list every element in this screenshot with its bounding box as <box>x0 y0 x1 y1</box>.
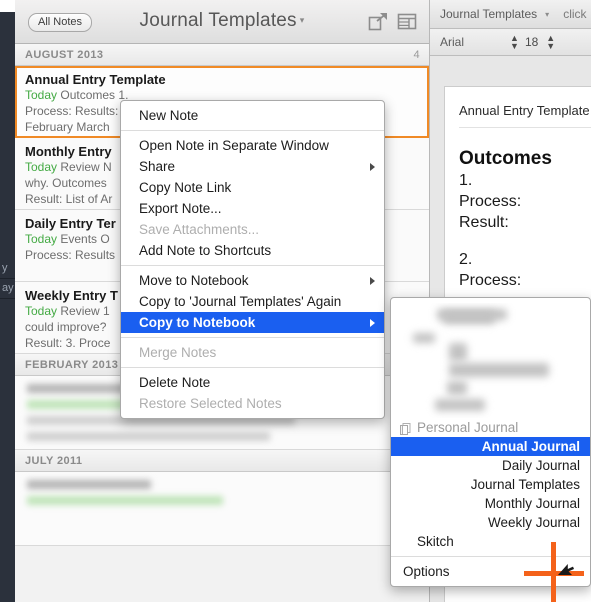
submenu-item-label: Personal Journal <box>417 420 519 435</box>
blurred-text <box>27 432 270 441</box>
notebook-sidebar-strip[interactable]: y ay <box>0 12 15 602</box>
copy-to-notebook-submenu: Personal Journal Annual Journal Daily Jo… <box>390 297 591 587</box>
menu-item-label: Share <box>139 159 176 174</box>
menu-item-delete-note[interactable]: Delete Note <box>121 372 384 393</box>
editor-notebook-bar: Journal Templates ▾ click <box>430 0 591 29</box>
sidebar-row[interactable]: ay <box>0 282 15 295</box>
month-header: JULY 2011 <box>15 450 429 472</box>
note-body-line: 1. <box>459 172 473 189</box>
note-date: Today <box>25 232 58 246</box>
blurred-text <box>447 381 467 395</box>
menu-item-export-note[interactable]: Export Note... <box>121 198 384 219</box>
page-title-text: Journal Templates <box>139 10 297 31</box>
note-preview-text: Review 1 <box>60 304 110 318</box>
share-icon[interactable] <box>368 12 388 31</box>
font-size-select[interactable]: 18 <box>525 35 538 49</box>
note-date: Today <box>25 304 58 318</box>
menu-item-copy-to-journal-templates-again[interactable]: Copy to 'Journal Templates' Again <box>121 291 384 312</box>
menu-separator <box>121 367 384 368</box>
note-preview-text: Outcomes 1. <box>60 88 129 102</box>
submenu-separator <box>391 556 590 557</box>
menu-item-copy-note-link[interactable]: Copy Note Link <box>121 177 384 198</box>
submenu-item-daily-journal[interactable]: Daily Journal <box>391 456 590 475</box>
blurred-text <box>27 384 135 393</box>
menu-separator <box>121 265 384 266</box>
blurred-text <box>443 311 495 324</box>
note-list-toolbar: All Notes Journal Templates ▾ <box>15 0 429 44</box>
month-label: JULY 2011 <box>25 454 83 467</box>
toolbar-icons <box>368 12 417 31</box>
note-body-line: Result: <box>459 214 509 231</box>
menu-item-new-note[interactable]: New Note <box>121 105 384 126</box>
note-date: Today <box>25 160 58 174</box>
submenu-item-weekly-journal[interactable]: Weekly Journal <box>391 513 590 532</box>
menu-item-move-to-notebook[interactable]: Move to Notebook <box>121 270 384 291</box>
mouse-pointer-icon <box>558 560 574 583</box>
page-title[interactable]: Journal Templates ▾ <box>15 10 429 32</box>
submenu-blurred-recent-area <box>391 303 590 418</box>
font-family-stepper-icon[interactable]: ▲ ▼ <box>510 34 519 51</box>
menu-item-add-note-to-shortcuts[interactable]: Add Note to Shortcuts <box>121 240 384 261</box>
editor-notebook-label[interactable]: Journal Templates <box>440 7 537 21</box>
note-preview-text: Review N <box>60 160 112 174</box>
month-count: 4 <box>413 48 420 61</box>
sidebar-divider <box>0 298 15 299</box>
menu-item-share[interactable]: Share <box>121 156 384 177</box>
editor-format-bar: Arial ▲ ▼ 18 ▲ ▼ <box>430 29 591 56</box>
submenu-item-recent-notebook[interactable]: Personal Journal <box>391 418 590 437</box>
note-body-line: 2. <box>459 251 473 268</box>
view-layout-icon[interactable] <box>397 12 417 31</box>
month-label: FEBRUARY 2013 <box>25 358 119 371</box>
notebook-stack-icon <box>400 421 411 435</box>
blurred-text <box>27 496 223 505</box>
menu-separator <box>121 130 384 131</box>
menu-separator <box>121 337 384 338</box>
chevron-right-icon <box>370 162 375 171</box>
submenu-item-skitch[interactable]: Skitch <box>391 532 590 551</box>
menu-item-label: Copy to Notebook <box>139 315 256 330</box>
sidebar-divider <box>0 278 15 279</box>
click-hint-text: click <box>563 7 587 21</box>
note-body-spacer <box>459 233 591 249</box>
note-preview-text: Events O <box>60 232 110 246</box>
chevron-right-icon <box>370 318 375 327</box>
chevron-down-icon[interactable]: ▾ <box>300 15 305 25</box>
app-window: y ay All Notes Journal Templates ▾ AUGUST… <box>0 0 591 602</box>
chevron-down-icon[interactable]: ▾ <box>545 10 549 19</box>
note-heading: Outcomes <box>459 148 552 169</box>
menu-item-copy-to-notebook[interactable]: Copy to Notebook <box>121 312 384 333</box>
blurred-text <box>435 399 485 411</box>
month-header: AUGUST 2013 4 <box>15 44 429 66</box>
menu-item-merge-notes: Merge Notes <box>139 345 217 360</box>
submenu-item-monthly-journal[interactable]: Monthly Journal <box>391 494 590 513</box>
menu-item-label: Move to Notebook <box>139 273 249 288</box>
font-family-select[interactable]: Arial <box>440 35 464 49</box>
blurred-text <box>449 363 549 377</box>
submenu-item-journal-templates[interactable]: Journal Templates <box>391 475 590 494</box>
month-label: AUGUST 2013 <box>25 48 104 61</box>
submenu-item-annual-journal[interactable]: Annual Journal <box>391 437 590 456</box>
blurred-text <box>27 480 151 489</box>
font-size-stepper-icon[interactable]: ▲ ▼ <box>546 34 555 51</box>
note-title: Annual Entry Template <box>25 72 166 87</box>
list-item[interactable] <box>15 472 429 546</box>
note-doc-title[interactable]: Annual Entry Template <box>459 103 591 128</box>
note-body-line: Process: <box>459 193 522 210</box>
chevron-right-icon <box>370 276 375 285</box>
menu-item-open-note-separate-window[interactable]: Open Note in Separate Window <box>121 135 384 156</box>
menu-item-restore-selected-notes: Restore Selected Notes <box>139 396 282 411</box>
note-body-line: Process: <box>459 272 522 289</box>
note-date: Today <box>25 88 58 102</box>
blurred-text <box>449 343 467 361</box>
sidebar-row[interactable]: y <box>0 262 15 275</box>
context-menu: New Note Open Note in Separate Window Sh… <box>120 100 385 419</box>
blurred-text <box>413 333 435 343</box>
menu-item-save-attachments: Save Attachments... <box>139 222 260 237</box>
